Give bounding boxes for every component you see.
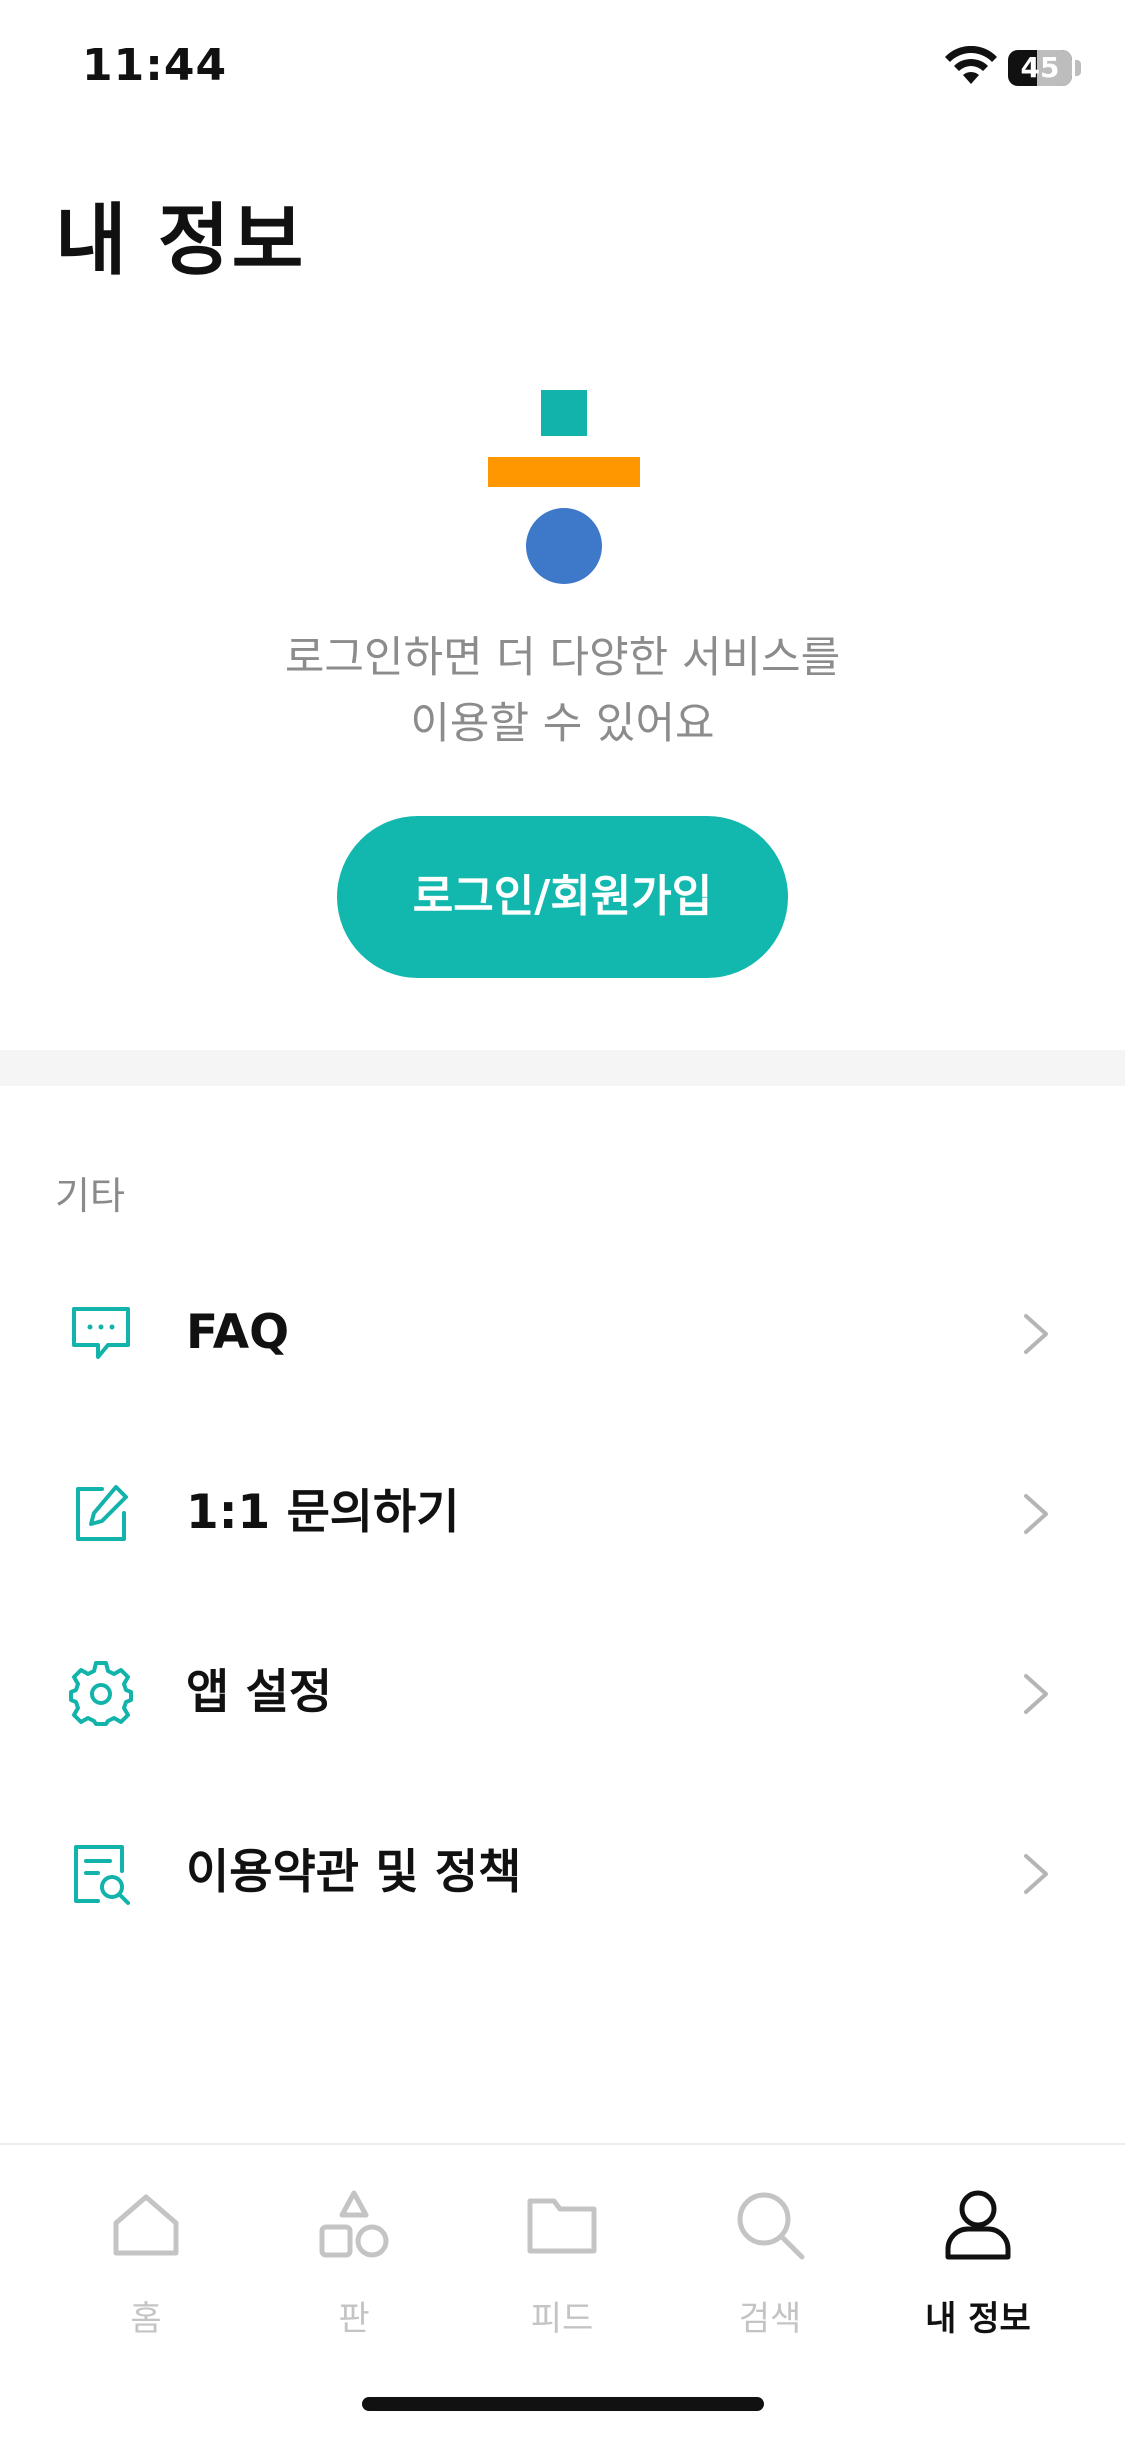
page-title: 내 정보 — [55, 196, 306, 286]
tab-label: 검색 — [738, 2299, 802, 2339]
section-label: 기타 — [55, 1174, 125, 1218]
chat-bubble-icon — [72, 1307, 130, 1359]
logo-circle — [526, 508, 602, 584]
login-prompt-line2: 이용할 수 있어요 — [410, 699, 715, 749]
login-prompt-text: 로그인하면 더 다양한 서비스를 이용할 수 있어요 — [0, 625, 1125, 757]
shapes-icon — [319, 2190, 389, 2258]
tab-home[interactable]: 홈 — [46, 2145, 246, 2385]
login-prompt-line1: 로그인하면 더 다양한 서비스를 — [284, 633, 841, 683]
tab-label: 피드 — [530, 2299, 594, 2339]
section-divider — [0, 1050, 1125, 1086]
status-bar: 11:44 45 — [0, 0, 1125, 140]
search-icon — [737, 2192, 805, 2260]
menu-item-label: 이용약관 및 정책 — [186, 1845, 522, 1900]
menu-item-inquiry[interactable]: 1:1 문의하기 — [0, 1438, 1125, 1588]
tab-pan[interactable]: 판 — [254, 2145, 454, 2385]
menu-item-terms[interactable]: 이용약관 및 정책 — [0, 1798, 1125, 1948]
document-search-icon — [74, 1845, 130, 1905]
menu-item-label: FAQ — [186, 1305, 290, 1360]
battery-nub — [1075, 60, 1081, 76]
gear-icon — [69, 1661, 133, 1726]
chevron-right-icon — [1024, 1854, 1048, 1894]
tab-my-info[interactable]: 내 정보 — [878, 2145, 1078, 2385]
menu-item-app-settings[interactable]: 앱 설정 — [0, 1618, 1125, 1768]
logo-square — [541, 390, 587, 436]
battery-percent: 45 — [1020, 51, 1060, 84]
logo-bar — [488, 457, 640, 487]
menu-item-label: 앱 설정 — [186, 1665, 333, 1720]
user-icon — [945, 2190, 1011, 2260]
status-time: 11:44 — [82, 40, 228, 91]
tab-label: 판 — [338, 2299, 370, 2339]
home-icon — [113, 2194, 179, 2256]
folder-icon — [527, 2198, 597, 2254]
tab-label: 홈 — [130, 2299, 162, 2339]
tab-label: 내 정보 — [925, 2299, 1031, 2339]
tab-bar: 홈 판 피드 검색 내 정보 — [0, 2143, 1125, 2438]
tab-feed[interactable]: 피드 — [462, 2145, 662, 2385]
tab-search[interactable]: 검색 — [670, 2145, 870, 2385]
login-signup-button[interactable]: 로그인/회원가입 — [337, 816, 788, 978]
chevron-right-icon — [1024, 1674, 1048, 1714]
edit-icon — [76, 1485, 128, 1541]
chevron-right-icon — [1024, 1494, 1048, 1534]
wifi-icon — [945, 46, 997, 84]
chevron-right-icon — [1024, 1314, 1048, 1354]
battery-icon: 45 — [1008, 50, 1072, 86]
home-indicator — [362, 2397, 764, 2411]
menu-item-label: 1:1 문의하기 — [186, 1485, 460, 1540]
menu-item-faq[interactable]: FAQ — [0, 1258, 1125, 1408]
